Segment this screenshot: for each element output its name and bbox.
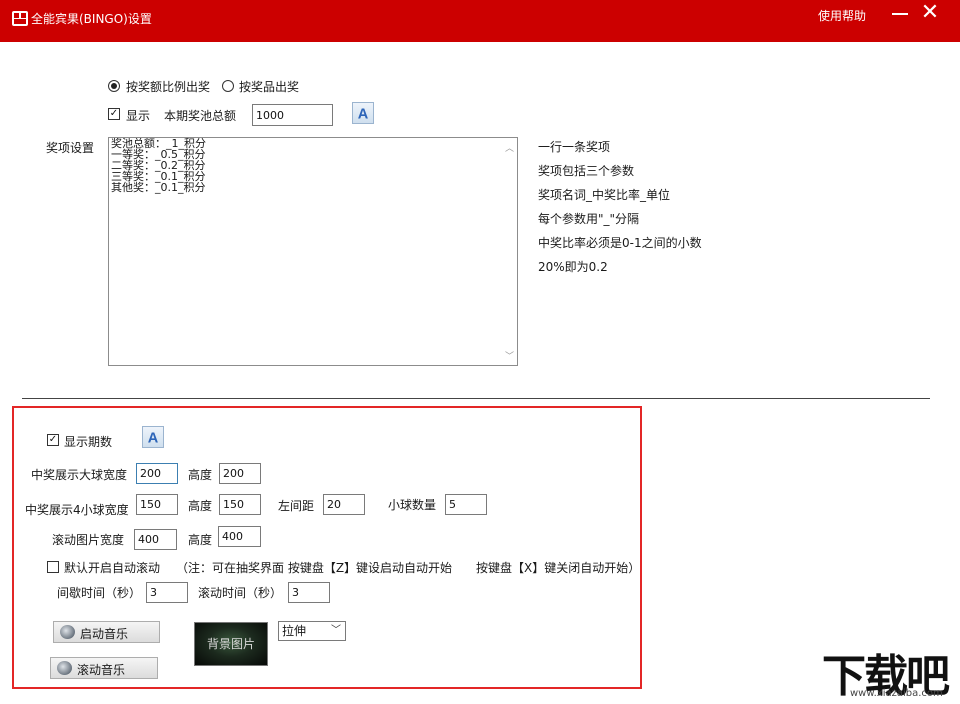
help-link[interactable]: 使用帮助 [818,7,866,24]
font-icon[interactable]: A [352,102,374,124]
scroll-music-label: 滚动音乐 [77,661,125,678]
big-ball-width-input[interactable] [136,463,178,484]
speaker-icon [57,661,72,675]
close-button[interactable]: ✕ [918,2,942,26]
scroll-img-width-label: 滚动图片宽度 [52,531,124,548]
chevron-down-icon: ﹀ [331,622,341,640]
textarea-line: 其他奖：_0.1_积分 [109,182,517,193]
show-period-checkbox[interactable]: ✓ [47,434,59,446]
svg-text:A: A [358,106,369,122]
show-period-label: 显示期数 [64,433,112,450]
stretch-select[interactable]: 拉伸 ﹀ [278,621,346,641]
left-margin-label: 左间距 [278,497,314,514]
scroll-down-icon[interactable]: ﹀ [505,349,514,362]
help-line: 奖项名词_中奖比率_单位 [538,186,670,203]
left-margin-input[interactable] [323,494,365,515]
interval-input[interactable] [146,582,188,603]
window-title: 全能宾果(BINGO)设置 [31,10,152,27]
big-ball-height-label: 高度 [188,466,212,483]
interval-label: 间歇时间（秒） [57,584,141,601]
scroll-music-button[interactable]: 滚动音乐 [50,657,158,679]
big-ball-height-input[interactable] [219,463,261,484]
app-logo-icon [12,11,28,26]
help-line: 20%即为0.2 [538,258,608,275]
small-ball-count-input[interactable] [445,494,487,515]
scroll-img-width-input[interactable] [134,529,177,550]
speaker-icon [60,625,75,639]
prize-settings-label: 奖项设置 [46,139,94,156]
scroll-img-height-input[interactable] [218,526,261,547]
watermark-url: www.xiazaiba.com [850,688,943,699]
small-ball-count-label: 小球数量 [388,496,436,513]
help-line: 中奖比率必须是0-1之间的小数 [538,234,702,251]
show-pool-label: 显示 [126,107,150,124]
minimize-button[interactable] [892,13,908,15]
show-pool-checkbox[interactable]: ✓ [108,108,120,120]
svg-text:A: A [148,430,159,446]
radio-prize-label: 按奖品出奖 [239,78,299,95]
radio-ratio-label: 按奖额比例出奖 [126,78,210,95]
section-divider [22,398,930,399]
start-music-label: 启动音乐 [80,625,128,642]
scroll-up-icon[interactable]: ︿ [505,141,514,154]
help-line: 一行一条奖项 [538,138,610,155]
scroll-img-height-label: 高度 [188,531,212,548]
radio-ratio-mode[interactable] [108,80,120,92]
auto-scroll-note: （注：可在抽奖界面 按键盘【Z】键设启动自动开始 按键盘【X】键关闭自动开始） [176,559,640,576]
pool-total-input[interactable] [252,104,333,126]
stretch-select-value: 拉伸 [282,624,306,638]
help-line: 每个参数用"_"分隔 [538,210,639,227]
background-image-button[interactable]: 背景图片 [194,622,268,666]
font-icon[interactable]: A [142,426,164,448]
small-ball-height-input[interactable] [219,494,261,515]
scroll-time-label: 滚动时间（秒） [198,584,282,601]
auto-scroll-checkbox[interactable] [47,561,59,573]
small-ball-height-label: 高度 [188,497,212,514]
small-ball-width-label: 中奖展示4小球宽度 [25,501,129,518]
auto-scroll-label: 默认开启自动滚动 [64,559,160,576]
radio-prize-mode[interactable] [222,80,234,92]
pool-total-label: 本期奖池总额 [164,107,236,124]
big-ball-width-label: 中奖展示大球宽度 [31,466,127,483]
start-music-button[interactable]: 启动音乐 [53,621,160,643]
help-line: 奖项包括三个参数 [538,162,634,179]
scroll-time-input[interactable] [288,582,330,603]
prize-settings-textarea[interactable]: 奖池总额：_1_积分 一等奖：_0.5_积分 二等奖：_0.2_积分 三等奖：_… [108,137,518,366]
small-ball-width-input[interactable] [136,494,178,515]
